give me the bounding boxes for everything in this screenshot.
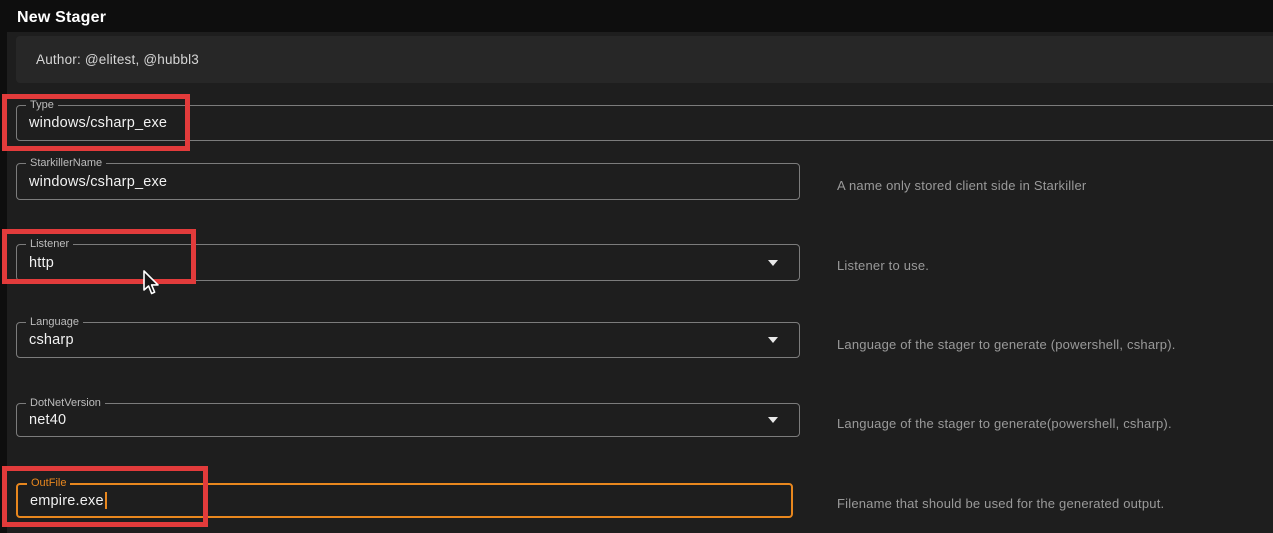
starkillername-label: StarkillerName (26, 157, 106, 170)
outfile-value: empire.exe (18, 493, 104, 509)
starkillername-help: A name only stored client side in Starki… (837, 178, 1086, 193)
form-panel: Author: @elitest, @hubbl3 Type windows/c… (7, 32, 1273, 533)
type-select[interactable]: Type windows/csharp_exe (16, 105, 1273, 141)
starkillername-value: windows/csharp_exe (17, 174, 167, 190)
dotnetversion-value: net40 (17, 412, 66, 428)
listener-label: Listener (26, 238, 73, 251)
new-stager-screen: New Stager Author: @elitest, @hubbl3 Typ… (0, 0, 1273, 533)
type-value: windows/csharp_exe (17, 115, 167, 131)
language-label: Language (26, 316, 83, 329)
author-card: Author: @elitest, @hubbl3 (16, 36, 1273, 83)
language-help: Language of the stager to generate (powe… (837, 337, 1176, 352)
chevron-down-icon (768, 337, 778, 343)
listener-help: Listener to use. (837, 258, 929, 273)
page-title: New Stager (17, 9, 106, 27)
chevron-down-icon (768, 260, 778, 266)
listener-value: http (17, 255, 54, 271)
outfile-help: Filename that should be used for the gen… (837, 496, 1164, 511)
type-label: Type (26, 99, 58, 112)
outfile-label: OutFile (27, 477, 70, 490)
listener-select[interactable]: Listener http (16, 244, 800, 281)
text-cursor-caret (105, 492, 107, 509)
mouse-cursor-icon (142, 270, 162, 298)
outfile-input[interactable]: OutFile empire.exe (16, 483, 793, 518)
dotnetversion-select[interactable]: DotNetVersion net40 (16, 403, 800, 437)
chevron-down-icon (768, 417, 778, 423)
dotnetversion-help: Language of the stager to generate(power… (837, 416, 1172, 431)
author-text: Author: @elitest, @hubbl3 (16, 52, 199, 67)
language-value: csharp (17, 332, 74, 348)
dotnetversion-label: DotNetVersion (26, 397, 105, 410)
language-select[interactable]: Language csharp (16, 322, 800, 358)
starkillername-input[interactable]: StarkillerName windows/csharp_exe (16, 163, 800, 200)
